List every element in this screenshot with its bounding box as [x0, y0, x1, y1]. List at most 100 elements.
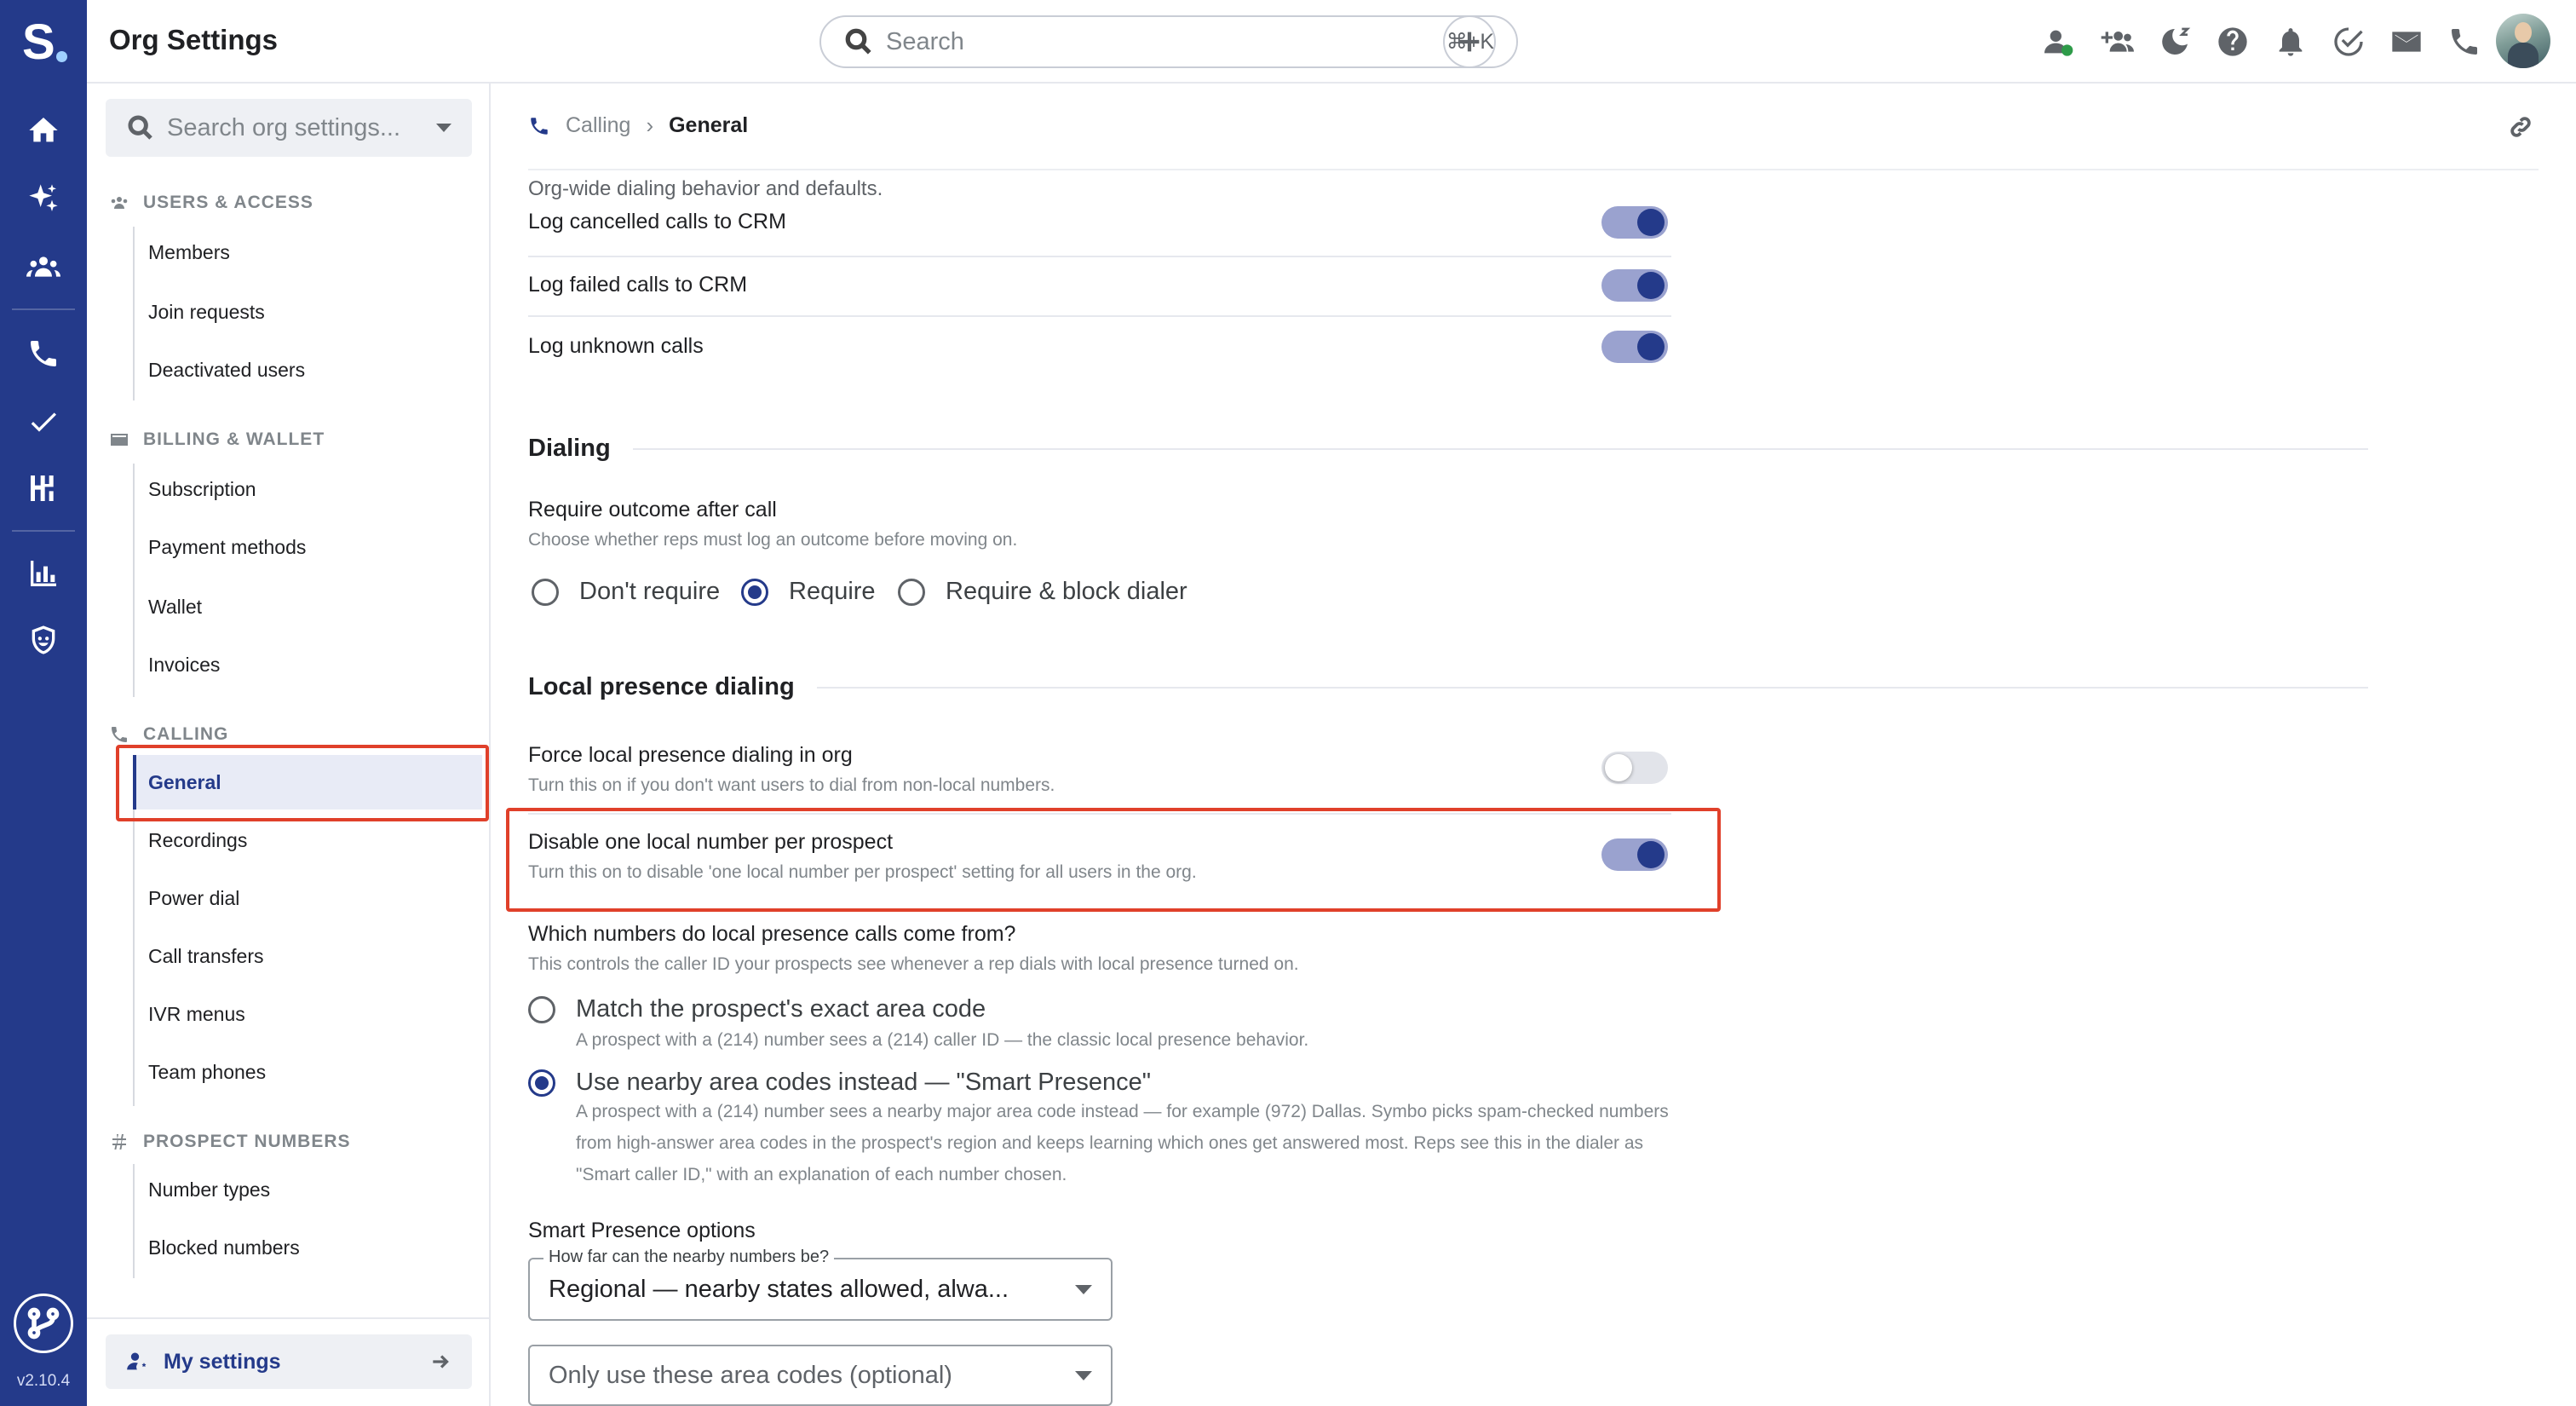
user-status-icon[interactable] [2036, 20, 2079, 63]
section-prospect-numbers: PROSPECT NUMBERS [109, 1132, 351, 1152]
create-button[interactable] [1443, 15, 1496, 68]
row-divider [528, 256, 1671, 257]
task-check-icon[interactable] [2327, 20, 2370, 63]
section-rule [816, 686, 2368, 689]
force-local-toggle[interactable] [1601, 752, 1668, 784]
avatar-head [2515, 22, 2532, 43]
disable-one-local-toggle[interactable] [1601, 838, 1668, 871]
radio-require[interactable]: Require [741, 578, 876, 606]
log-failed-toggle[interactable] [1601, 269, 1668, 302]
section-calling: CALLING [109, 724, 228, 745]
top-bar: Org Settings Search ⌘+K [87, 0, 2576, 84]
chevron-down-icon[interactable] [436, 124, 451, 132]
users-icon [111, 197, 128, 209]
toggle-knob [1637, 333, 1665, 360]
sidebar-item-subscription[interactable]: Subscription [135, 462, 482, 516]
sparkle-icon[interactable] [22, 177, 65, 220]
app-logo[interactable]: S [22, 15, 70, 70]
analytics-icon[interactable] [22, 552, 65, 595]
radio-smart-presence[interactable]: Use nearby area codes instead — "Smart P… [528, 1069, 1151, 1097]
radio-label: Require & block dialer [946, 578, 1187, 605]
logo-dot [56, 51, 67, 62]
radio-dont-require[interactable]: Don't require [532, 578, 720, 606]
which-numbers-help: This controls the caller ID your prospec… [528, 954, 1299, 974]
toggle-knob [1637, 841, 1665, 868]
call-icon[interactable] [2443, 20, 2486, 63]
area-codes-select[interactable]: Only use these area codes (optional) [528, 1345, 1113, 1406]
sidebar-item-join-requests[interactable]: Join requests [135, 285, 482, 339]
sidebar-item-call-transfers[interactable]: Call transfers [135, 929, 482, 983]
sidebar-item-members[interactable]: Members [135, 225, 482, 279]
branch-icon[interactable] [14, 1294, 73, 1353]
section-users-access: USERS & ACCESS [109, 193, 313, 213]
smart-presence-options-label: Smart Presence options [528, 1219, 756, 1242]
distance-select[interactable]: How far can the nearby numbers be? Regio… [528, 1248, 1113, 1321]
chevron-down-icon [1075, 1284, 1092, 1294]
sidebar-item-blocked-numbers[interactable]: Blocked numbers [135, 1220, 482, 1275]
section-title: USERS & ACCESS [143, 193, 313, 212]
add-users-icon[interactable] [2096, 20, 2138, 63]
force-local-help: Turn this on if you don't want users to … [528, 775, 1055, 795]
user-avatar[interactable] [2496, 14, 2550, 68]
team-icon[interactable] [22, 245, 65, 288]
app-rail: S v2.10.4 [0, 0, 87, 1406]
disable-one-local-label: Disable one local number per prospect [528, 830, 894, 854]
home-icon[interactable] [22, 109, 65, 152]
sidebar-item-power-dial[interactable]: Power dial [135, 871, 482, 925]
radio-circle [528, 995, 555, 1023]
settings-sidebar: Search org settings... USERS & ACCESS Me… [87, 84, 491, 1406]
radio-match-exact[interactable]: Match the prospect's exact area code [528, 995, 986, 1023]
distance-select-label: How far can the nearby numbers be? [543, 1248, 835, 1267]
moon-icon[interactable] [2153, 20, 2196, 63]
radio-label: Use nearby area codes instead — "Smart P… [576, 1069, 1152, 1096]
section-local-presence-title: Local presence dialing [528, 673, 795, 700]
log-cancelled-label: Log cancelled calls to CRM [528, 210, 786, 233]
sidebar-item-number-types[interactable]: Number types [135, 1162, 482, 1217]
sequence-icon[interactable] [22, 467, 65, 510]
global-search[interactable]: Search ⌘+K [819, 15, 1518, 68]
radio-circle [532, 578, 559, 606]
chevron-down-icon [1075, 1370, 1092, 1380]
outcome-label: Require outcome after call [528, 498, 777, 521]
phone-icon[interactable] [22, 332, 65, 375]
section-title: CALLING [143, 724, 229, 744]
sidebar-item-wallet[interactable]: Wallet [135, 579, 482, 634]
radio-circle [898, 578, 925, 606]
sidebar-item-ivr-menus[interactable]: IVR menus [135, 987, 482, 1041]
mail-icon[interactable] [2385, 20, 2428, 63]
page-description: Org-wide dialing behavior and defaults. [528, 177, 883, 200]
breadcrumb-current: General [669, 113, 749, 137]
page-title: Org Settings [109, 24, 279, 55]
chevron-right-icon: › [646, 112, 654, 138]
toggle-knob [1637, 209, 1665, 236]
log-cancelled-toggle[interactable] [1601, 206, 1668, 239]
copy-link-icon[interactable] [2508, 114, 2535, 141]
sidebar-item-team-phones[interactable]: Team phones [135, 1045, 482, 1099]
section-title: BILLING & WALLET [143, 429, 325, 449]
bell-icon[interactable] [2269, 20, 2312, 63]
sidebar-item-general[interactable]: General [133, 755, 482, 810]
row-divider [528, 315, 1671, 317]
header-divider [528, 169, 2539, 170]
arrow-right-icon [433, 1355, 449, 1369]
sidebar-item-deactivated-users[interactable]: Deactivated users [135, 343, 482, 397]
hash-icon [112, 1134, 126, 1150]
check-icon[interactable] [22, 400, 65, 443]
sidebar-item-invoices[interactable]: Invoices [135, 637, 482, 692]
sidebar-footer: My settings [87, 1317, 489, 1406]
section-billing-wallet: BILLING & WALLET [109, 429, 325, 450]
log-unknown-toggle[interactable] [1601, 331, 1668, 363]
my-settings-button[interactable]: My settings [106, 1334, 472, 1389]
card-icon [111, 434, 128, 446]
settings-search[interactable]: Search org settings... [106, 99, 472, 157]
sidebar-item-payment-methods[interactable]: Payment methods [135, 520, 482, 574]
help-icon[interactable] [2211, 20, 2254, 63]
sidebar-item-recordings[interactable]: Recordings [135, 813, 482, 867]
breadcrumb-parent[interactable]: Calling [566, 113, 630, 138]
plus-icon [1459, 32, 1480, 52]
force-local-label: Force local presence dialing in org [528, 743, 853, 767]
radio-label: Require [789, 578, 876, 605]
log-failed-label: Log failed calls to CRM [528, 273, 748, 297]
shield-icon[interactable] [22, 619, 65, 661]
radio-require-block[interactable]: Require & block dialer [898, 578, 1187, 606]
